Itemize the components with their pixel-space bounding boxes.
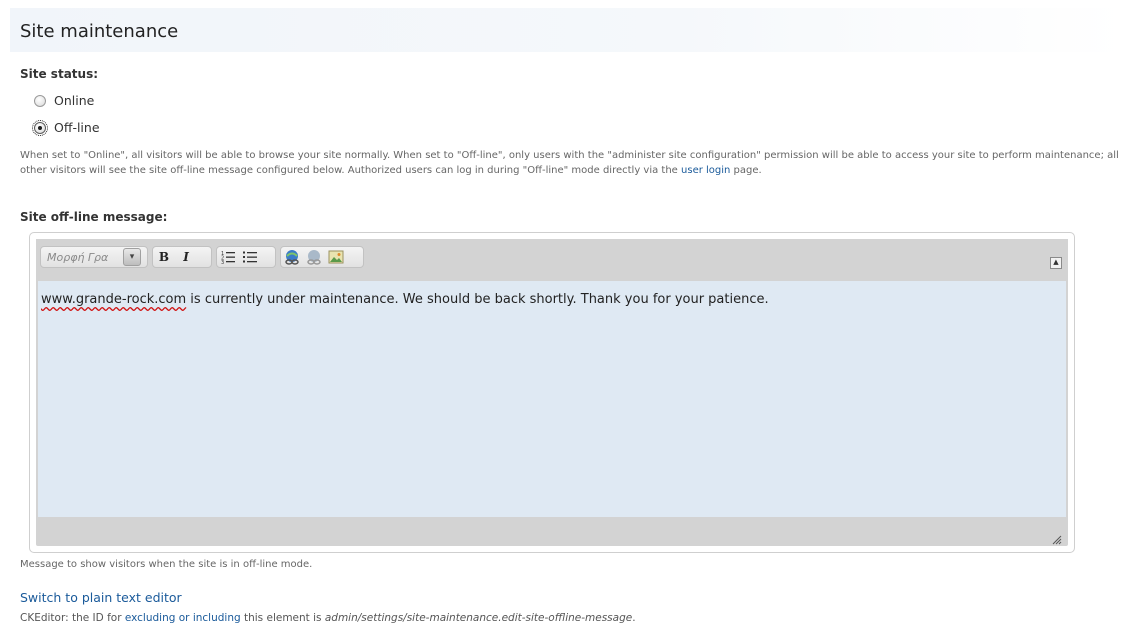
text-style-group: B I <box>152 246 212 268</box>
radio-offline-label[interactable]: Off-line <box>54 120 100 135</box>
format-combo[interactable]: Μορφή Γρα ▾ <box>40 246 148 268</box>
resize-grip-icon[interactable] <box>1050 530 1062 545</box>
content-misspelled-url: www.grande-rock.com <box>41 292 187 307</box>
link-icon[interactable] <box>281 247 303 267</box>
content-text: is currently under maintenance. We shoul… <box>186 292 769 307</box>
numbered-list-icon[interactable]: 1 2 3 <box>217 247 239 267</box>
ckeditor: Μορφή Γρα ▾ B I 1 2 3 ▲ www.grande-rock.… <box>29 232 1075 553</box>
cke-note-suffix: . <box>632 612 636 624</box>
italic-button[interactable]: I <box>175 247 197 267</box>
site-maintenance-page: Site maintenance Site status: Online Off… <box>0 0 1126 639</box>
cke-element-id: admin/settings/site-maintenance.edit-sit… <box>324 612 633 624</box>
site-status-label: Site status: <box>20 67 99 81</box>
radio-offline-input[interactable] <box>32 119 48 136</box>
format-combo-text[interactable]: Μορφή Γρα <box>41 251 123 264</box>
svg-text:3: 3 <box>221 260 224 264</box>
offline-message-label: Site off-line message: <box>20 210 168 224</box>
description-end: page. <box>730 165 762 176</box>
page-title: Site maintenance <box>20 21 179 42</box>
collapse-toolbar-button[interactable]: ▲ <box>1050 257 1062 269</box>
offline-message-help: Message to show visitors when the site i… <box>20 559 313 570</box>
radio-online-label[interactable]: Online <box>54 93 94 108</box>
insert-group <box>280 246 364 268</box>
switch-plain-text-link[interactable]: Switch to plain text editor <box>20 590 182 605</box>
editor-content[interactable]: www.grande-rock.com is currently under m… <box>38 281 1066 517</box>
bold-button[interactable]: B <box>153 247 175 267</box>
ckeditor-note: CKEditor: the ID for excluding or includ… <box>20 612 636 624</box>
list-group: 1 2 3 <box>216 246 276 268</box>
image-icon[interactable] <box>325 247 347 267</box>
editor-inner: Μορφή Γρα ▾ B I 1 2 3 ▲ www.grande-rock.… <box>36 239 1068 546</box>
radio-online-input[interactable] <box>34 94 46 107</box>
chevron-down-icon[interactable]: ▾ <box>123 248 141 266</box>
radio-online[interactable]: Online <box>34 93 94 108</box>
unlink-icon[interactable] <box>303 247 325 267</box>
editor-toolbar: Μορφή Γρα ▾ B I 1 2 3 ▲ <box>36 239 1068 279</box>
site-status-description: When set to "Online", all visitors will … <box>20 148 1120 178</box>
user-login-link[interactable]: user login <box>681 165 730 176</box>
cke-note-middle: this element is <box>240 612 325 624</box>
radio-offline[interactable]: Off-line <box>32 119 100 136</box>
bulleted-list-icon[interactable] <box>239 247 261 267</box>
exclude-include-link[interactable]: excluding or including <box>125 612 241 624</box>
cke-note-prefix: CKEditor: the ID for <box>20 612 125 624</box>
description-text: When set to "Online", all visitors will … <box>20 150 1119 176</box>
